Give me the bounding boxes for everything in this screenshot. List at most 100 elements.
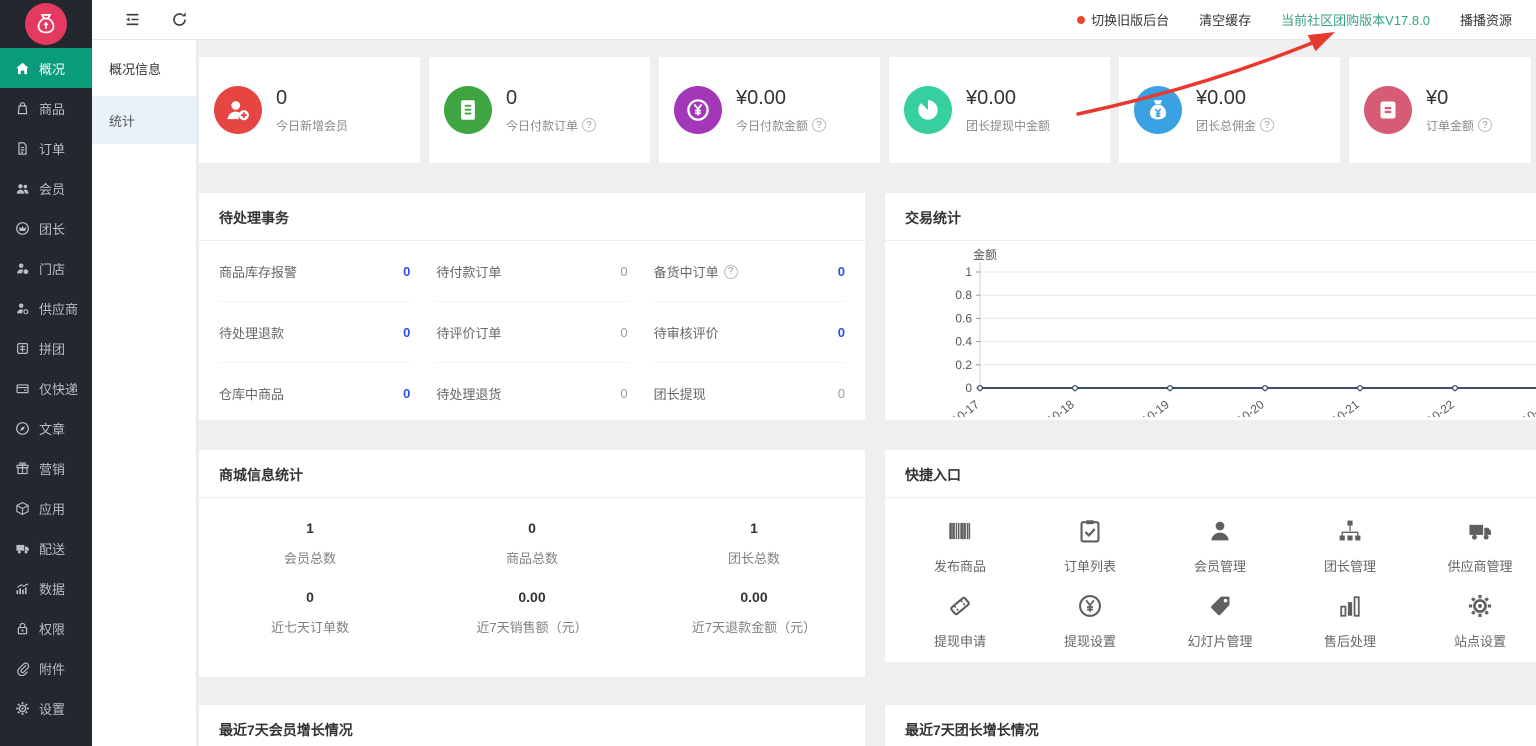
quick-entry-member-mgmt[interactable]: 会员管理	[1155, 500, 1285, 575]
pie-icon	[904, 86, 952, 134]
quick-entry-site-settings[interactable]: 站点设置	[1415, 575, 1536, 650]
status-dot	[1077, 15, 1086, 24]
help-icon[interactable]: ?	[812, 118, 827, 132]
panel-title: 快捷入口	[885, 450, 1536, 498]
version-link[interactable]: 当前社区团购版本V17.8.0	[1281, 10, 1430, 29]
svg-text:10-17: 10-17	[949, 397, 982, 417]
mall-stat-total-leaders: 1 团长总数	[727, 520, 780, 566]
store-user-icon	[15, 261, 30, 276]
pending-item-warehouse-goods[interactable]: 仓库中商品 0	[219, 363, 410, 423]
sidebar-item-suppliers[interactable]: 供应商	[0, 288, 92, 328]
pending-item-audit-reviews[interactable]: 待审核评价 0	[653, 302, 845, 363]
stat-value: ¥0.00	[966, 86, 1017, 109]
stat-value: ¥0.00	[736, 86, 787, 109]
sitemap-icon	[1337, 518, 1363, 544]
quick-entry-leader-mgmt[interactable]: 团长管理	[1285, 500, 1415, 575]
sidebar-item-articles[interactable]: 文章	[0, 408, 92, 448]
sidebar-item-apps[interactable]: 应用	[0, 488, 92, 528]
pending-item-preparing-orders[interactable]: 备货中订单? 0	[653, 241, 845, 302]
sidebar-item-permissions[interactable]: 权限	[0, 608, 92, 648]
svg-text:0.2: 0.2	[955, 358, 972, 372]
pending-item-unpaid-orders[interactable]: 待付款订单 0	[436, 241, 628, 302]
stat-card-order-amount[interactable]: ¥0 订单金额?	[1349, 57, 1531, 163]
content-area: 0 今日新增会员 0 今日付款订单? ¥0.00 今日付款金额? ¥0.00 团…	[196, 40, 1536, 746]
sub-item-statistics[interactable]: 统计	[92, 97, 196, 144]
pending-item-review-orders[interactable]: 待评价订单 0	[436, 302, 628, 363]
main-nav: 概况 商品 订单 会员 团长 门店 供应商 拼团 仅快递 文章 营销 应用 配送…	[0, 48, 92, 728]
chart-up-icon	[15, 581, 30, 596]
svg-text:金额: 金额	[973, 247, 997, 262]
refresh-icon[interactable]	[171, 11, 188, 28]
pending-item-refunds[interactable]: 待处理退款 0	[219, 302, 411, 363]
quick-entry-supplier-mgmt[interactable]: 供应商管理	[1415, 500, 1536, 575]
stat-card-commission[interactable]: ¥0.00 团长总佣金?	[1119, 57, 1340, 163]
panel-title: 商城信息统计	[199, 450, 865, 498]
stat-label: 团长提现中金额	[966, 118, 1051, 133]
stat-card-paid-amount[interactable]: ¥0.00 今日付款金额?	[659, 57, 880, 163]
stat-value: ¥0	[1426, 86, 1449, 109]
svg-text:10-21: 10-21	[1329, 397, 1362, 417]
bar-chart-icon	[1337, 593, 1363, 619]
brand-logo[interactable]	[0, 0, 92, 48]
stat-value: ¥0.00	[1196, 86, 1247, 109]
logo-bag-icon	[25, 3, 67, 45]
bag-icon	[15, 101, 30, 116]
pending-item-returns[interactable]: 待处理退货 0	[436, 363, 627, 423]
card-eq-icon	[1364, 86, 1412, 134]
tag-icon	[1207, 593, 1233, 619]
sidebar-item-overview[interactable]: 概况	[0, 48, 92, 88]
quick-entry-order-list[interactable]: 订单列表	[1025, 500, 1155, 575]
menu-fold-icon[interactable]	[124, 11, 141, 28]
sidebar-item-marketing[interactable]: 营销	[0, 448, 92, 488]
money-bag-icon	[1134, 86, 1182, 134]
truck-icon	[1467, 518, 1493, 544]
user-plus-icon	[214, 86, 262, 134]
stat-label: 今日付款金额	[736, 118, 809, 133]
bobo-resources-link[interactable]: 播播资源	[1460, 10, 1512, 29]
transaction-stats-panel: 交易统计 0 0.2 0.4 0.6 0.8 1 金额 10-17 10-18 10-19 10-2…	[885, 193, 1536, 420]
mall-stat-total-members: 1 会员总数	[283, 520, 336, 566]
pending-item-leader-withdraw[interactable]: 团长提现 0	[654, 363, 845, 423]
sidebar-item-attachments[interactable]: 附件	[0, 648, 92, 688]
stat-card-paid-orders[interactable]: 0 今日付款订单?	[429, 57, 650, 163]
quick-entry-publish-goods[interactable]: 发布商品	[895, 500, 1025, 575]
transaction-chart-plot: 0 0.2 0.4 0.6 0.8 1金额 10-17 10-18 10-19 10-20 10-2…	[949, 247, 1536, 417]
file-icon	[15, 141, 30, 156]
help-icon[interactable]: ?	[1260, 118, 1275, 132]
sidebar-item-data[interactable]: 数据	[0, 568, 92, 608]
quick-entry-withdraw-settings[interactable]: 提现设置	[1025, 575, 1155, 650]
svg-text:0: 0	[965, 381, 972, 395]
quick-entry-aftersale[interactable]: 售后处理	[1285, 575, 1415, 650]
secondary-sidebar-header: 概况信息	[92, 40, 196, 97]
stat-value: 0	[276, 86, 288, 109]
svg-text:10-22: 10-22	[1424, 397, 1457, 417]
quick-entry-slideshow-mgmt[interactable]: 幻灯片管理	[1155, 575, 1285, 650]
member-growth-panel: 最近7天会员增长情况	[199, 705, 865, 746]
stat-card-new-members[interactable]: 0 今日新增会员	[199, 57, 420, 163]
pin-square-icon	[15, 341, 30, 356]
cube-icon	[15, 501, 30, 516]
sidebar-item-goods[interactable]: 商品	[0, 88, 92, 128]
truck-icon	[15, 541, 30, 556]
sidebar-item-leaders[interactable]: 团长	[0, 208, 92, 248]
sidebar-item-stores[interactable]: 门店	[0, 248, 92, 288]
sidebar-item-members[interactable]: 会员	[0, 168, 92, 208]
yen-circle-outline-icon	[1077, 593, 1103, 619]
sidebar-item-groupbuy[interactable]: 拼团	[0, 328, 92, 368]
supplier-user-icon	[15, 301, 30, 316]
svg-text:0.6: 0.6	[955, 311, 972, 325]
stat-value: 0	[506, 86, 518, 109]
switch-old-admin-link[interactable]: 切换旧版后台	[1077, 10, 1169, 29]
help-icon[interactable]: ?	[582, 118, 597, 132]
svg-text:0.4: 0.4	[955, 335, 972, 349]
help-icon[interactable]: ?	[723, 264, 738, 279]
help-icon[interactable]: ?	[1478, 118, 1493, 132]
sidebar-item-settings[interactable]: 设置	[0, 688, 92, 728]
clear-cache-link[interactable]: 清空缓存	[1199, 10, 1251, 29]
sidebar-item-delivery[interactable]: 配送	[0, 528, 92, 568]
sidebar-item-express[interactable]: 仅快递	[0, 368, 92, 408]
quick-entry-withdraw-apply[interactable]: 提现申请	[895, 575, 1025, 650]
sidebar-item-orders[interactable]: 订单	[0, 128, 92, 168]
stat-card-withdrawing[interactable]: ¥0.00 团长提现中金额	[889, 57, 1110, 163]
pending-item-stock-alert[interactable]: 商品库存报警 0	[219, 241, 411, 302]
